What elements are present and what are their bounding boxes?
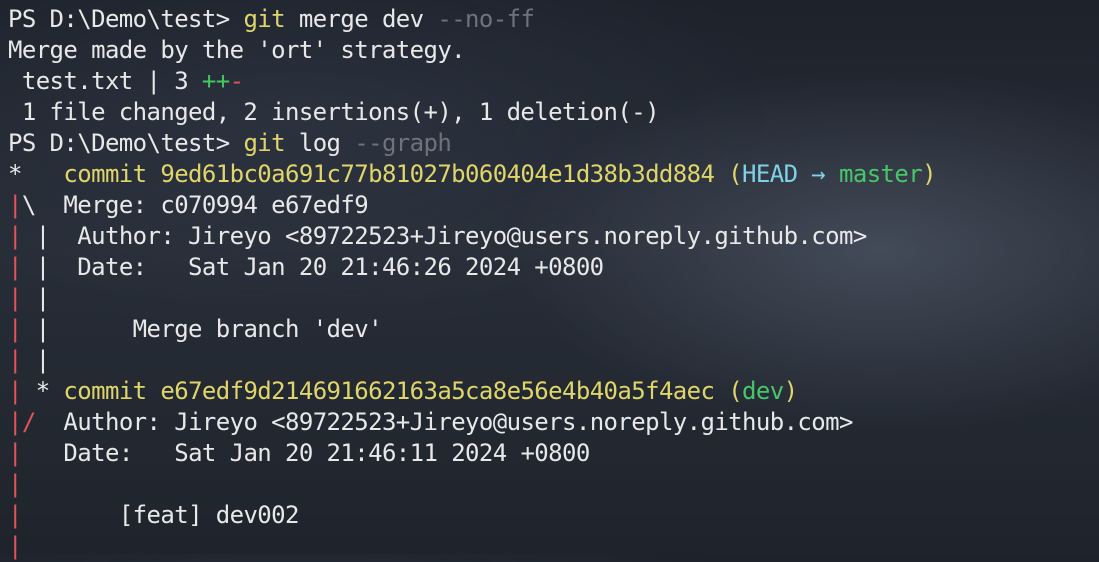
graph-spacer: | | xyxy=(8,345,1094,376)
terminal-window[interactable]: PS D:\Demo\test> git merge dev --no-ff M… xyxy=(8,4,1094,560)
graph-node: * xyxy=(8,160,64,188)
commit-line: * commit 9ed61bc0a691c77b81027b060404e1d… xyxy=(8,160,937,188)
graph-edge: | xyxy=(8,346,36,374)
graph-edge: \ xyxy=(21,191,36,219)
graph-edge: | xyxy=(35,315,50,343)
command-flag: --no-ff xyxy=(437,5,535,33)
graph-edge: | xyxy=(8,222,36,250)
prompt-line-log: PS D:\Demo\test> git log --graph xyxy=(8,128,1094,159)
merge-output: Merge made by the 'ort' strategy. xyxy=(8,36,466,64)
commit-message: [feat] dev002 xyxy=(63,501,300,529)
commit-author: Author: Jireyo <89722523+Jireyo@users.no… xyxy=(63,408,853,436)
branch-ref: dev xyxy=(742,377,784,405)
git-command: git xyxy=(243,129,285,157)
message-line: | | Merge branch 'dev' xyxy=(8,314,1094,345)
graph-edge: | xyxy=(8,284,36,312)
diffstat-line: test.txt | 3 ++- xyxy=(8,66,1094,97)
graph-edge: | xyxy=(8,470,22,498)
author-line: |/ Author: Jireyo <89722523+Jireyo@users… xyxy=(8,407,1094,438)
graph-edge: | xyxy=(8,191,22,219)
command-args: log xyxy=(285,129,355,157)
date-line: | Date: Sat Jan 20 21:46:11 2024 +0800 xyxy=(8,438,1094,469)
diffstat-minus: - xyxy=(229,67,244,95)
head-ref: HEAD xyxy=(742,160,798,188)
graph-edge: | xyxy=(35,222,50,250)
graph-edge: | xyxy=(35,346,50,374)
commit-hash: commit 9ed61bc0a691c77b81027b060404e1d38… xyxy=(63,160,715,188)
commit-hash: commit e67edf9d214691662163a5ca8e56e4b40… xyxy=(63,377,715,405)
command-args: merge dev xyxy=(285,5,438,33)
commit-line: | * commit e67edf9d214691662163a5ca8e56e… xyxy=(8,377,798,405)
graph-edge: / xyxy=(21,408,36,436)
graph-edge: | xyxy=(8,377,22,405)
commit-date: Date: Sat Jan 20 21:46:11 2024 +0800 xyxy=(63,439,590,467)
graph-edge: | xyxy=(8,532,22,560)
graph-spacer: | xyxy=(8,469,1094,500)
graph-edge: | xyxy=(8,315,36,343)
git-command: git xyxy=(243,5,285,33)
prompt-line-merge: PS D:\Demo\test> git merge dev --no-ff xyxy=(8,4,1094,35)
graph-spacer: | xyxy=(8,531,1094,562)
merge-parents-line: |\ Merge: c070994 e67edf9 xyxy=(8,190,1094,221)
graph-edge: | xyxy=(8,439,22,467)
graph-node: * xyxy=(21,377,64,405)
graph-spacer: | | xyxy=(8,283,1094,314)
graph-edge: | xyxy=(35,284,50,312)
date-line: | | Date: Sat Jan 20 21:46:26 2024 +0800 xyxy=(8,252,1094,283)
prompt: PS D:\Demo\test> xyxy=(8,5,244,33)
author-line: | | Author: Jireyo <89722523+Jireyo@user… xyxy=(8,221,1094,252)
graph-edge: | xyxy=(8,253,36,281)
diffstat-plus: ++ xyxy=(201,67,230,95)
diffstat-file: test.txt | 3 xyxy=(8,67,202,95)
commit-author: Author: Jireyo <89722523+Jireyo@users.no… xyxy=(77,222,867,250)
branch-ref: master xyxy=(839,160,923,188)
merge-parents: Merge: c070994 e67edf9 xyxy=(35,191,369,219)
commit-date: Date: Sat Jan 20 21:46:26 2024 +0800 xyxy=(77,253,604,281)
graph-edge: | xyxy=(35,253,50,281)
message-line: | [feat] dev002 xyxy=(8,500,1094,531)
graph-edge: | xyxy=(8,501,22,529)
change-summary: 1 file changed, 2 insertions(+), 1 delet… xyxy=(8,98,660,126)
commit-message: Merge branch 'dev' xyxy=(77,315,383,343)
command-flag: --graph xyxy=(354,129,452,157)
prompt: PS D:\Demo\test> xyxy=(8,129,244,157)
ref-arrow: → xyxy=(797,160,839,188)
graph-edge: | xyxy=(8,408,22,436)
